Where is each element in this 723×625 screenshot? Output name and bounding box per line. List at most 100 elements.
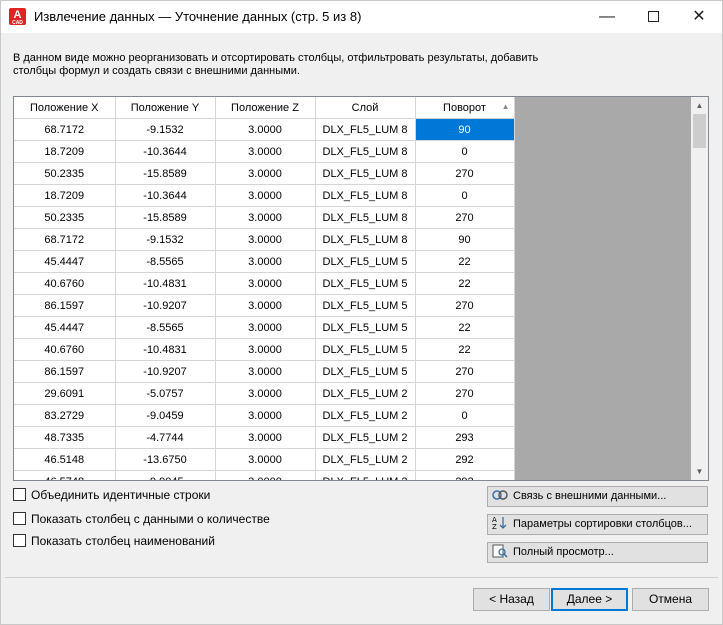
table-row[interactable]: 46.5748-9.90453.0000DLX_FL5_LUM 2292 (14, 470, 515, 480)
table-cell[interactable]: DLX_FL5_LUM 2 (315, 404, 416, 427)
table-cell[interactable]: DLX_FL5_LUM 2 (315, 448, 416, 471)
table-row[interactable]: 50.2335 -15.8589 3.0000 DLX_FL5_LUM 8 270 (14, 162, 515, 185)
table-row[interactable]: 46.5148 -13.6750 3.0000 DLX_FL5_LUM 2 292 (14, 448, 515, 471)
table-cell[interactable]: 68.7172 (14, 228, 116, 251)
minimize-button[interactable]: — (584, 1, 630, 33)
scroll-thumb[interactable] (693, 114, 706, 148)
table-cell[interactable]: -9.1532 (115, 228, 216, 251)
cancel-button[interactable]: Отмена (632, 588, 709, 611)
full-preview-button[interactable]: Полный просмотр... (487, 542, 708, 563)
table-row[interactable]: 50.2335 -15.8589 3.0000 DLX_FL5_LUM 8 270 (14, 206, 515, 229)
column-header[interactable]: Слой (315, 97, 416, 119)
table-cell[interactable]: DLX_FL5_LUM 8 (315, 228, 416, 251)
sort-columns-options-button[interactable]: A Z Параметры сортировки столбцов... (487, 514, 708, 535)
combine-identical-rows-checkbox[interactable]: Объединить идентичные строки (13, 488, 210, 504)
table-cell[interactable]: 0 (415, 140, 515, 163)
table-cell[interactable]: 3.0000 (215, 448, 316, 471)
table-cell[interactable]: -10.9207 (115, 294, 216, 317)
table-cell[interactable]: -15.8589 (115, 206, 216, 229)
maximize-button[interactable] (630, 1, 676, 33)
table-cell[interactable]: DLX_FL5_LUM 5 (315, 338, 416, 361)
table-cell[interactable]: 68.7172 (14, 118, 116, 141)
scroll-up-icon[interactable]: ▲ (691, 97, 708, 114)
table-row[interactable]: 40.6760 -10.4831 3.0000 DLX_FL5_LUM 5 22 (14, 338, 515, 361)
table-cell[interactable]: 293 (415, 426, 515, 449)
table-cell[interactable]: 3.0000 (215, 382, 316, 405)
column-header[interactable]: Поворот ▲ (415, 97, 515, 119)
table-cell[interactable]: 3.0000 (215, 250, 316, 273)
table-cell[interactable]: 22 (415, 250, 515, 273)
table-cell[interactable]: DLX_FL5_LUM 5 (315, 294, 416, 317)
table-cell[interactable]: -8.5565 (115, 316, 216, 339)
table-row[interactable]: 68.7172 -9.1532 3.0000 DLX_FL5_LUM 8 90 (14, 118, 515, 141)
table-cell[interactable]: DLX_FL5_LUM 5 (315, 360, 416, 383)
table-cell[interactable]: 270 (415, 382, 515, 405)
table-cell[interactable]: 3.0000 (215, 228, 316, 251)
table-cell[interactable]: DLX_FL5_LUM 8 (315, 162, 416, 185)
table-cell[interactable]: 83.2729 (14, 404, 116, 427)
table-cell[interactable]: 3.0000 (215, 338, 316, 361)
table-row[interactable]: 48.7335 -4.7744 3.0000 DLX_FL5_LUM 2 293 (14, 426, 515, 449)
table-cell[interactable]: -9.9045 (115, 470, 216, 480)
table-cell[interactable]: 90 (415, 118, 515, 141)
table-cell[interactable]: 3.0000 (215, 184, 316, 207)
checkbox-box[interactable] (13, 488, 26, 501)
table-cell[interactable]: DLX_FL5_LUM 8 (315, 118, 416, 141)
table-cell[interactable]: 48.7335 (14, 426, 116, 449)
table-cell[interactable]: 18.7209 (14, 140, 116, 163)
table-cell[interactable]: 3.0000 (215, 206, 316, 229)
table-cell[interactable]: 3.0000 (215, 272, 316, 295)
table-row[interactable]: 29.6091 -5.0757 3.0000 DLX_FL5_LUM 2 270 (14, 382, 515, 405)
table-cell[interactable]: DLX_FL5_LUM 8 (315, 140, 416, 163)
table-cell[interactable]: DLX_FL5_LUM 2 (315, 470, 416, 480)
table-cell[interactable]: 46.5148 (14, 448, 116, 471)
table-cell[interactable]: 3.0000 (215, 470, 316, 480)
table-row[interactable]: 68.7172 -9.1532 3.0000 DLX_FL5_LUM 8 90 (14, 228, 515, 251)
table-cell[interactable]: 90 (415, 228, 515, 251)
table-cell[interactable]: 3.0000 (215, 294, 316, 317)
table-cell[interactable]: -9.0459 (115, 404, 216, 427)
table-cell[interactable]: 22 (415, 316, 515, 339)
table-cell[interactable]: DLX_FL5_LUM 5 (315, 250, 416, 273)
checkbox-box[interactable] (13, 534, 26, 547)
table-cell[interactable]: -5.0757 (115, 382, 216, 405)
table-cell[interactable]: 270 (415, 294, 515, 317)
table-cell[interactable]: -8.5565 (115, 250, 216, 273)
table-cell[interactable]: 3.0000 (215, 118, 316, 141)
table-cell[interactable]: 3.0000 (215, 404, 316, 427)
table-cell[interactable]: DLX_FL5_LUM 8 (315, 206, 416, 229)
back-button[interactable]: < Назад (473, 588, 550, 611)
table-cell[interactable]: 3.0000 (215, 162, 316, 185)
table-row[interactable]: 45.4447 -8.5565 3.0000 DLX_FL5_LUM 5 22 (14, 316, 515, 339)
table-cell[interactable]: 46.5748 (14, 470, 116, 480)
table-cell[interactable]: -13.6750 (115, 448, 216, 471)
next-button[interactable]: Далее > (551, 588, 628, 611)
show-name-column-checkbox[interactable]: Показать столбец наименований (13, 534, 215, 550)
close-button[interactable]: ✕ (676, 1, 722, 33)
table-cell[interactable]: DLX_FL5_LUM 5 (315, 316, 416, 339)
table-cell[interactable]: 40.6760 (14, 272, 116, 295)
table-cell[interactable]: 22 (415, 338, 515, 361)
table-row[interactable]: 45.4447 -8.5565 3.0000 DLX_FL5_LUM 5 22 (14, 250, 515, 273)
table-row[interactable]: 18.7209 -10.3644 3.0000 DLX_FL5_LUM 80 (14, 184, 515, 207)
table-cell[interactable]: 292 (415, 448, 515, 471)
table-cell[interactable]: 3.0000 (215, 426, 316, 449)
table-cell[interactable]: -9.1532 (115, 118, 216, 141)
column-header[interactable]: Положение X (14, 97, 116, 119)
table-row[interactable]: 83.2729 -9.0459 3.0000 DLX_FL5_LUM 20 (14, 404, 515, 427)
data-grid[interactable]: Положение X Положение Y Положение Z Слой Пов… (13, 96, 709, 481)
table-cell[interactable]: 50.2335 (14, 206, 116, 229)
table-cell[interactable]: -10.4831 (115, 272, 216, 295)
table-cell[interactable]: DLX_FL5_LUM 2 (315, 426, 416, 449)
column-header[interactable]: Положение Z (215, 97, 316, 119)
table-cell[interactable]: 86.1597 (14, 294, 116, 317)
table-cell[interactable]: -10.4831 (115, 338, 216, 361)
table-cell[interactable]: -10.3644 (115, 184, 216, 207)
table-cell[interactable]: 18.7209 (14, 184, 116, 207)
table-cell[interactable]: -4.7744 (115, 426, 216, 449)
table-cell[interactable]: -10.3644 (115, 140, 216, 163)
checkbox-box[interactable] (13, 512, 26, 525)
table-cell[interactable]: 45.4447 (14, 316, 116, 339)
column-header[interactable]: Положение Y (115, 97, 216, 119)
table-cell[interactable]: 22 (415, 272, 515, 295)
